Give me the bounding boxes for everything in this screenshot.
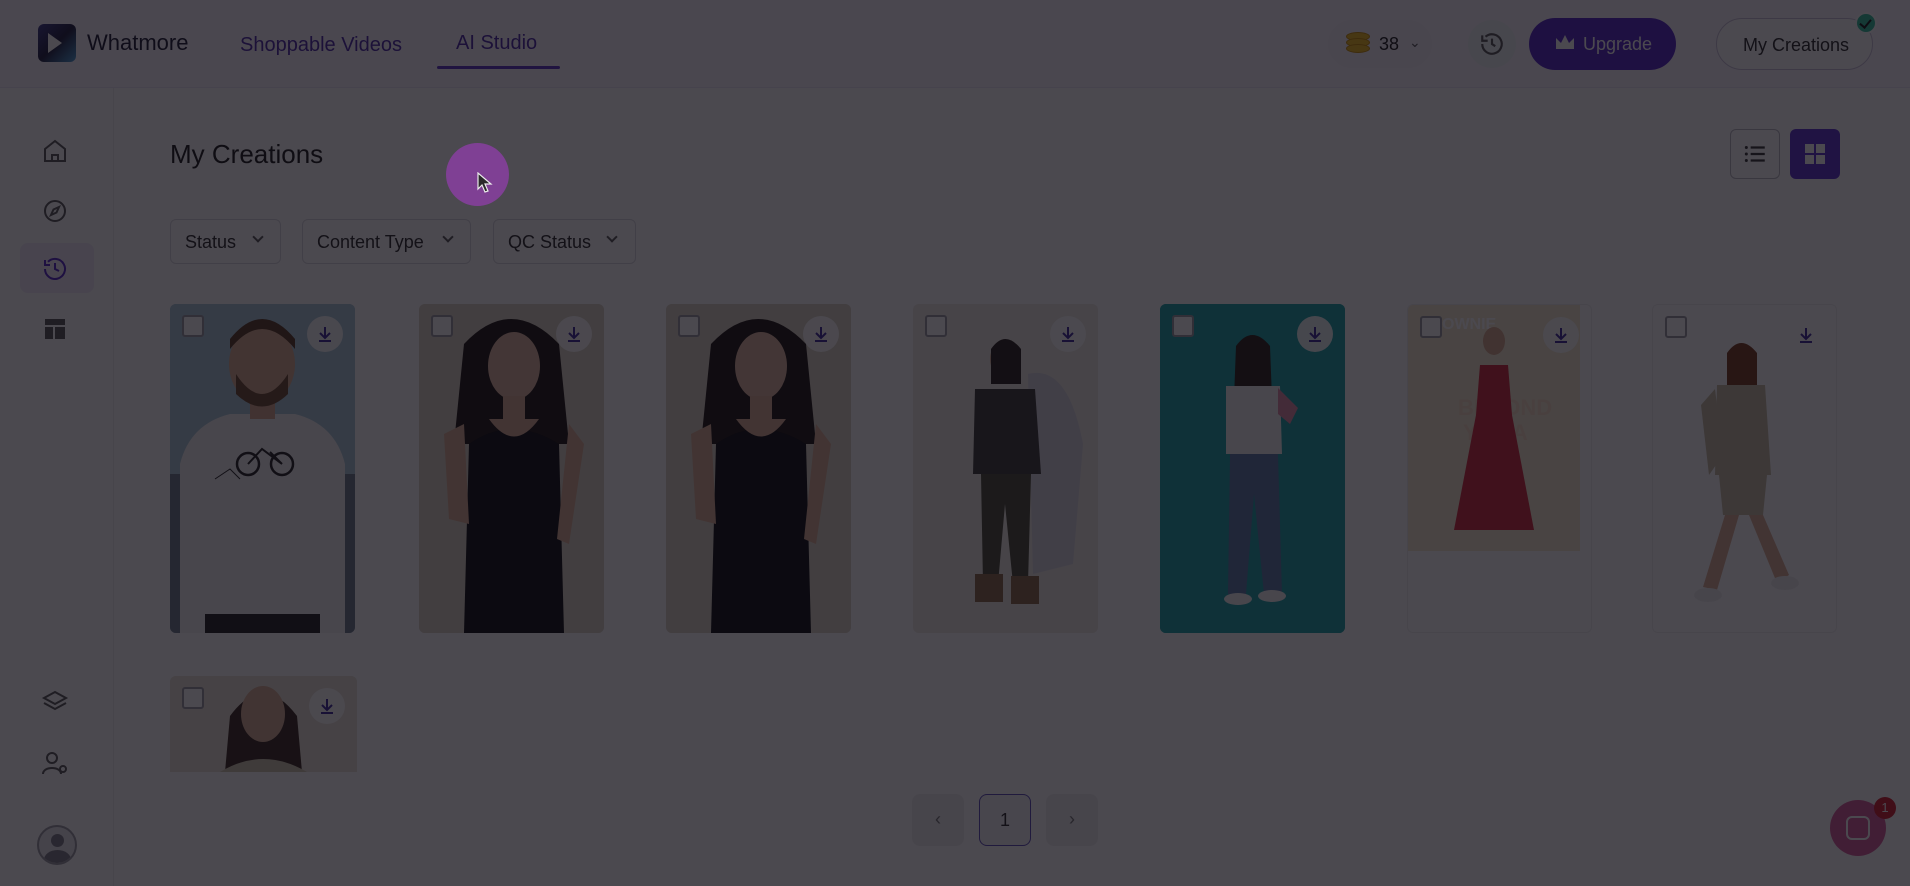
upgrade-button[interactable]: Upgrade (1529, 18, 1676, 70)
select-checkbox[interactable] (678, 315, 700, 337)
tab-shoppable-videos[interactable]: Shoppable Videos (240, 34, 402, 57)
my-creations-button[interactable]: My Creations (1716, 18, 1873, 70)
creation-thumbnail (666, 304, 851, 633)
credits-dropdown[interactable]: 38 ⌄ (1328, 20, 1432, 68)
creation-card[interactable] (1652, 304, 1837, 633)
creation-card[interactable] (1160, 304, 1345, 633)
creation-card[interactable] (913, 304, 1098, 633)
chevron-left-icon: ‹ (935, 809, 941, 829)
chevron-down-icon (606, 231, 618, 243)
page: Whatmore Shoppable Videos AI Studio 38 ⌄… (0, 0, 1910, 886)
list-view-button[interactable] (1730, 129, 1780, 179)
grid-icon (1805, 144, 1825, 164)
grid-view-button[interactable] (1790, 129, 1840, 179)
avatar[interactable] (37, 825, 77, 865)
top-header: Whatmore Shoppable Videos AI Studio 38 ⌄… (0, 0, 1910, 88)
creation-thumbnail (170, 304, 355, 633)
status-filter[interactable]: Status (170, 219, 281, 264)
creation-card[interactable] (419, 304, 604, 633)
download-button[interactable] (556, 316, 592, 352)
chat-unread-badge: 1 (1874, 797, 1896, 819)
select-checkbox[interactable] (182, 687, 204, 709)
chevron-down-icon (442, 231, 454, 243)
prev-page-button[interactable]: ‹ (912, 794, 964, 846)
download-button[interactable] (1297, 316, 1333, 352)
download-button[interactable] (307, 316, 343, 352)
check-badge-icon (1855, 12, 1877, 34)
content-type-filter[interactable]: Content Type (302, 219, 471, 264)
compass-icon[interactable] (40, 196, 70, 226)
layout-icon[interactable] (40, 314, 70, 344)
qc-status-filter-label: QC Status (508, 232, 592, 252)
coins-icon (1346, 32, 1370, 56)
chevron-right-icon: › (1069, 809, 1075, 829)
download-icon (1062, 327, 1074, 342)
brand-name: Whatmore (87, 30, 189, 55)
download-button[interactable] (309, 688, 345, 724)
tab-ai-studio[interactable]: AI Studio (456, 32, 537, 55)
upgrade-label: Upgrade (1583, 34, 1653, 54)
crown-icon (1556, 35, 1574, 49)
chevron-down-icon (252, 231, 264, 243)
credits-count: 38 (1379, 34, 1400, 54)
home-icon[interactable] (40, 136, 70, 166)
download-button[interactable] (1788, 317, 1824, 353)
select-checkbox[interactable] (1665, 316, 1687, 338)
history-icon (1481, 33, 1503, 55)
download-icon (319, 327, 331, 342)
my-creations-label: My Creations (1743, 35, 1850, 55)
download-icon (1309, 327, 1321, 342)
sidebar (0, 88, 114, 886)
active-tab-indicator (437, 66, 560, 69)
creation-card[interactable]: OWNIE BEYOND YOGA (1407, 304, 1592, 633)
history-button[interactable] (1468, 20, 1516, 68)
creation-thumbnail (419, 304, 604, 633)
select-checkbox[interactable] (431, 315, 453, 337)
download-button[interactable] (1543, 317, 1579, 353)
download-icon (1800, 328, 1812, 343)
select-checkbox[interactable] (182, 315, 204, 337)
creation-thumbnail (913, 304, 1098, 633)
download-button[interactable] (1050, 316, 1086, 352)
layers-icon[interactable] (40, 686, 70, 716)
select-checkbox[interactable] (1172, 315, 1194, 337)
creation-card[interactable] (666, 304, 851, 633)
list-icon (1744, 145, 1765, 163)
creation-thumbnail (1653, 305, 1836, 632)
mouse-cursor-icon (477, 172, 493, 193)
page-title: My Creations (170, 139, 324, 169)
creation-thumbnail (1160, 304, 1345, 633)
select-checkbox[interactable] (1420, 316, 1442, 338)
history-icon[interactable] (40, 254, 70, 284)
current-page-number: 1 (999, 810, 1010, 830)
page-button-current[interactable]: 1 (979, 794, 1031, 846)
download-icon (1555, 328, 1567, 343)
qc-status-filter[interactable]: QC Status (493, 219, 636, 264)
download-icon (815, 327, 827, 342)
whatmore-logo-icon[interactable] (38, 24, 76, 62)
chevron-down-icon: ⌄ (1409, 34, 1421, 50)
next-page-button[interactable]: › (1046, 794, 1098, 846)
creation-card[interactable] (170, 304, 355, 633)
select-checkbox[interactable] (925, 315, 947, 337)
chat-icon (1846, 816, 1870, 840)
status-filter-label: Status (185, 232, 237, 252)
content-type-filter-label: Content Type (317, 232, 424, 252)
user-settings-icon[interactable] (40, 748, 70, 778)
download-button[interactable] (803, 316, 839, 352)
creation-card[interactable] (170, 676, 357, 772)
download-icon (568, 327, 580, 342)
download-icon (321, 699, 333, 714)
